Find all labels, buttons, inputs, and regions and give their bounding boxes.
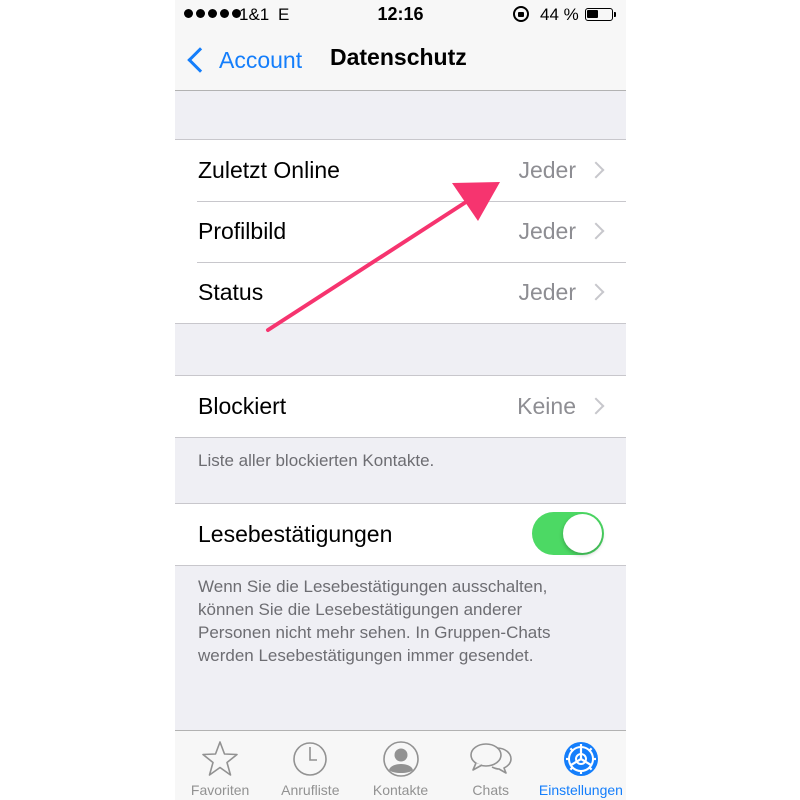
row-label: Status [198, 279, 264, 305]
privacy-settings-group: Zuletzt Online Jeder Profilbild Jeder St… [175, 139, 626, 324]
person-icon [382, 741, 419, 777]
chevron-right-icon [587, 222, 605, 240]
tab-recents[interactable]: Anrufliste [265, 731, 355, 800]
navigation-bar: Account Datenschutz [175, 30, 626, 91]
row-label: Zuletzt Online [198, 157, 340, 183]
blocked-group: Blockiert Keine [175, 375, 626, 438]
row-last-seen[interactable]: Zuletzt Online Jeder [175, 140, 626, 201]
chat-bubbles-icon [469, 743, 512, 774]
tab-favorites[interactable]: Favoriten [175, 731, 265, 800]
rotation-lock-icon [513, 6, 529, 22]
row-read-receipts: Lesebestätigungen [175, 504, 626, 565]
battery-icon [585, 8, 616, 21]
back-button[interactable]: Account [185, 42, 302, 78]
row-label: Profilbild [198, 218, 287, 244]
row-label: Blockiert [198, 393, 287, 419]
tab-settings[interactable]: Einstellungen [536, 731, 626, 800]
tab-label: Einstellungen [538, 782, 623, 798]
row-label: Lesebestätigungen [198, 521, 393, 547]
phone-screen: 1&1 E 12:16 44 % Account Datenschutz Zul… [175, 0, 626, 800]
page-title: Datenschutz [330, 44, 467, 70]
battery-percent: 44 % [540, 5, 579, 24]
tab-label: Anrufliste [281, 782, 340, 798]
tab-contacts[interactable]: Kontakte [355, 731, 445, 800]
tab-label: Chats [472, 782, 509, 798]
row-profile-photo[interactable]: Profilbild Jeder [175, 201, 626, 262]
back-button-label: Account [219, 46, 303, 73]
tab-chats[interactable]: Chats [446, 731, 536, 800]
tab-label: Kontakte [372, 782, 429, 798]
chevron-right-icon [587, 397, 605, 415]
chevron-right-icon [587, 161, 605, 179]
read-receipts-footer-text: Wenn Sie die Lesebestätigungen ausschalt… [198, 577, 551, 665]
status-bar: 1&1 E 12:16 44 % [175, 0, 626, 30]
row-value: Jeder [518, 279, 576, 305]
clock-icon [293, 742, 328, 776]
chevron-right-icon [587, 283, 605, 301]
row-value: Jeder [518, 218, 576, 244]
read-receipts-toggle[interactable] [532, 512, 604, 555]
gear-icon [563, 742, 598, 776]
chevron-left-icon [187, 47, 213, 73]
read-receipts-group: Lesebestätigungen [175, 503, 626, 566]
blocked-footer-text: Liste aller blockierten Kontakte. [198, 451, 435, 470]
tab-bar: Favoriten Anrufliste Kontakte Chats Eins… [175, 730, 626, 800]
row-value: Keine [517, 393, 576, 419]
row-value: Jeder [518, 157, 576, 183]
row-blocked[interactable]: Blockiert Keine [175, 376, 626, 437]
tab-label: Favoriten [190, 782, 250, 798]
row-status[interactable]: Status Jeder [175, 262, 626, 323]
star-icon [202, 741, 238, 776]
toggle-knob [563, 514, 602, 553]
